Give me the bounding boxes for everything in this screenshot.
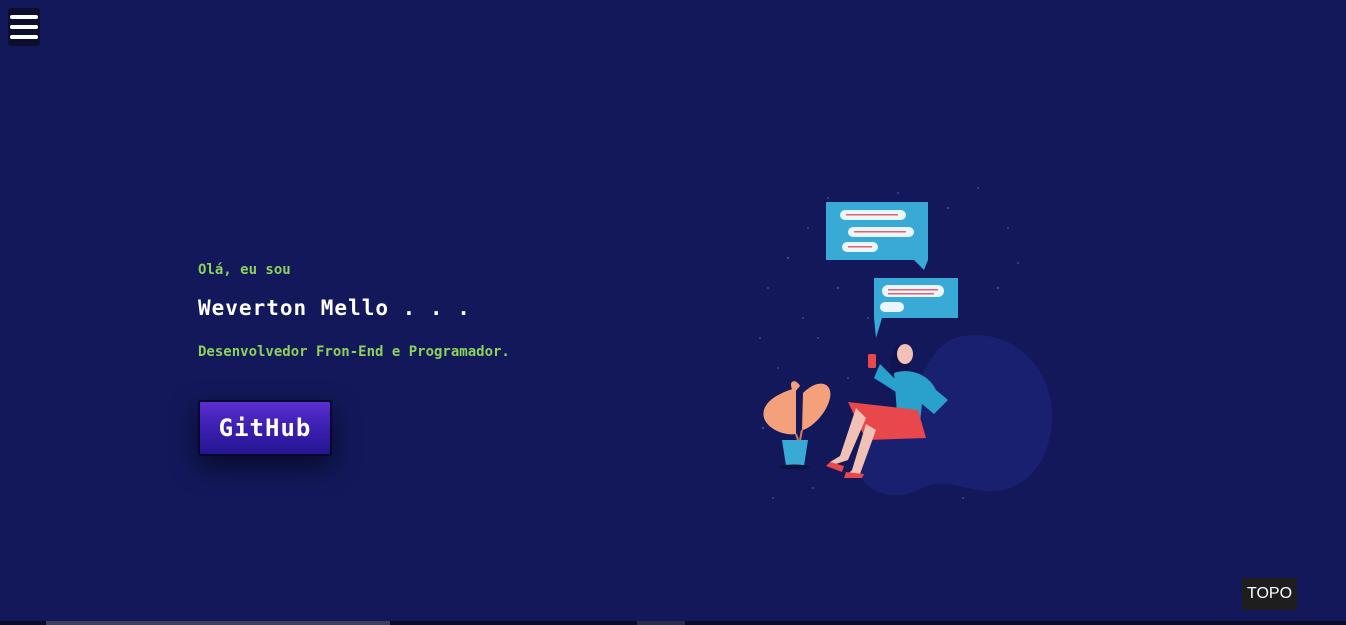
github-button[interactable]: GitHub: [198, 400, 332, 456]
author-name: Weverton Mello . . .: [198, 296, 471, 320]
chat-bubble-bottom: [874, 278, 958, 338]
role-text: Desenvolvedor Fron-End e Programador.: [198, 344, 510, 360]
greeting-text: Olá, eu sou: [198, 262, 291, 278]
chat-bubble-top: [826, 202, 928, 270]
menu-line: [10, 25, 38, 29]
horizontal-scrollbar-thumb[interactable]: [46, 621, 390, 625]
hamburger-menu-icon[interactable]: [8, 8, 40, 46]
scrollbar-indicator: [637, 621, 685, 625]
woman-chatting-illustration: [759, 187, 1053, 499]
menu-line: [10, 15, 38, 19]
page: Olá, eu sou Weverton Mello . . . Desenvo…: [0, 0, 1346, 625]
back-to-top-button[interactable]: TOPO: [1242, 578, 1297, 610]
menu-line: [10, 35, 38, 39]
potted-plant: [763, 381, 831, 470]
